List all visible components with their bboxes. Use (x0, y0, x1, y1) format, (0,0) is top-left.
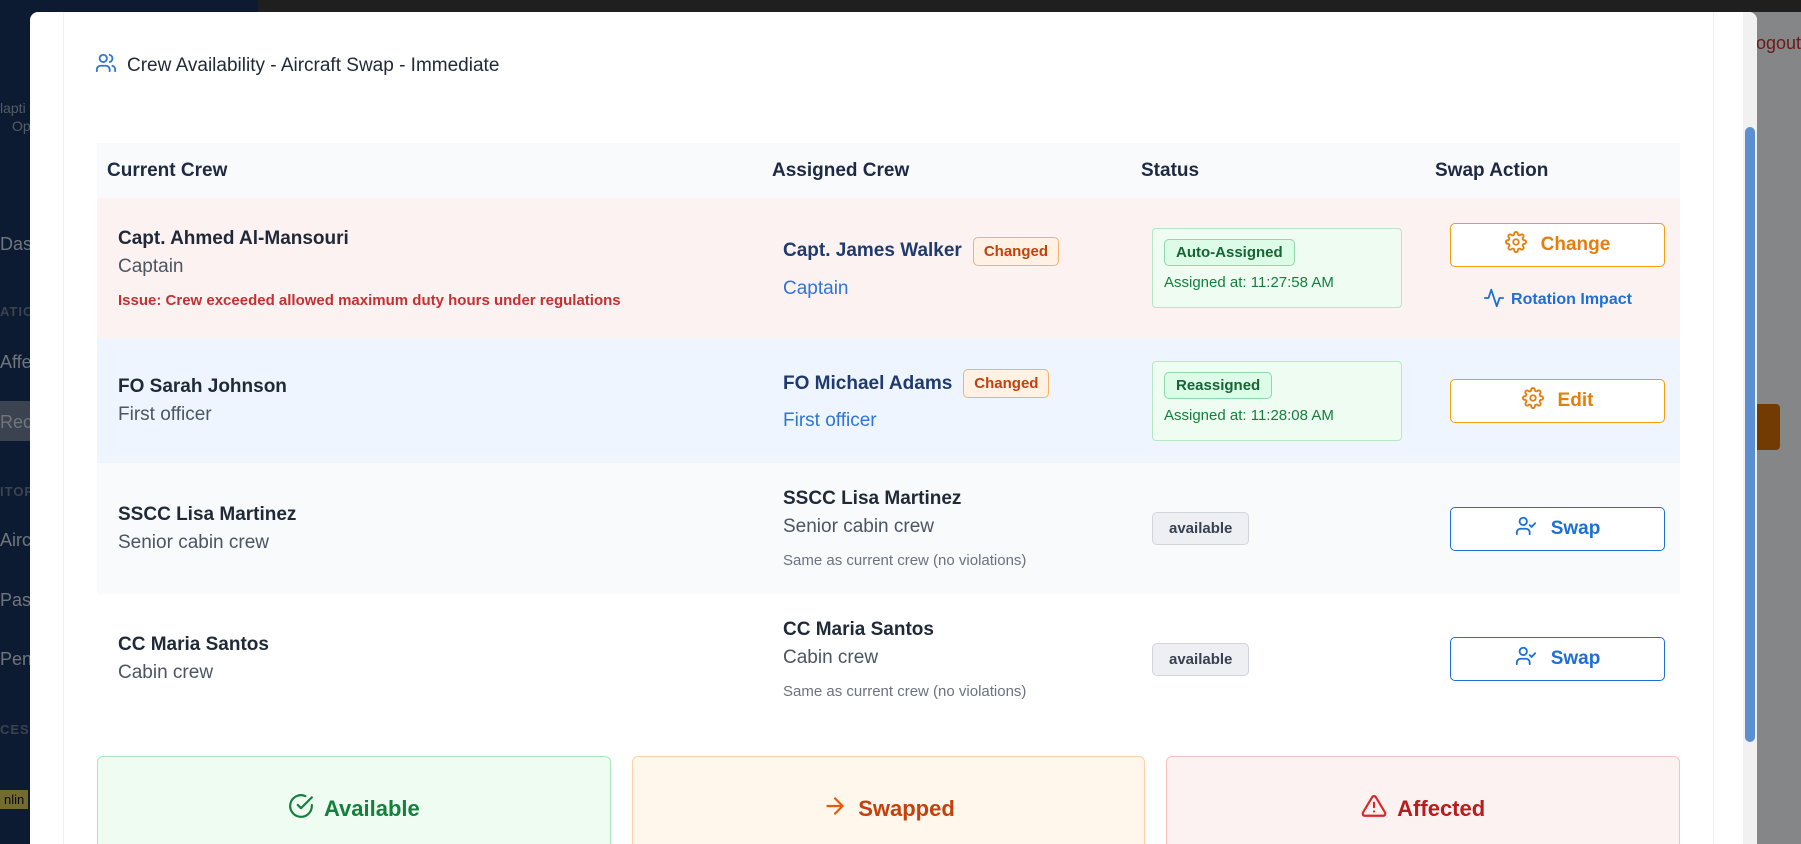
table-row: CC Maria Santos Cabin crew CC Maria Sant… (97, 594, 1680, 724)
status-cell: available (1131, 512, 1425, 545)
assigned-crew-name: Capt. James Walker (783, 240, 962, 261)
swap-button[interactable]: Swap (1450, 637, 1665, 681)
rotation-impact-link[interactable]: Rotation Impact (1483, 287, 1632, 314)
status-badge: available (1152, 512, 1250, 545)
current-crew-name: Capt. Ahmed Al-Mansouri (118, 227, 349, 249)
action-cell: Swap (1435, 637, 1680, 681)
same-crew-note: Same as current crew (no violations) (783, 552, 1027, 569)
modal-scrollbar[interactable] (1743, 12, 1757, 844)
rotation-impact-label: Rotation Impact (1511, 291, 1632, 308)
current-crew-name: FO Sarah Johnson (118, 375, 287, 397)
summary-cards: Available 2 Swapped 2 Affected 1 (97, 756, 1681, 844)
assigned-crew-name: FO Michael Adams (783, 372, 953, 394)
current-crew-role: Senior cabin crew (118, 531, 270, 553)
table-header: Current Crew Assigned Crew Status Swap A… (97, 143, 1680, 198)
status-badge: Reassigned (1164, 371, 1273, 399)
table-row: Capt. Ahmed Al-Mansouri Captain Issue: C… (97, 198, 1680, 338)
edit-button-label: Edit (1557, 389, 1594, 411)
header-status: Status (1141, 159, 1200, 181)
current-crew-cell: Capt. Ahmed Al-Mansouri Captain Issue: C… (97, 228, 762, 309)
current-crew-role: First officer (118, 403, 212, 425)
current-crew-name: SSCC Lisa Martinez (118, 503, 297, 525)
status-cell: Reassigned Assigned at: 11:28:08 AM (1131, 360, 1425, 441)
assigned-crew-cell: Capt. James Walker Changed Captain (762, 236, 1131, 300)
user-check-icon (1515, 645, 1537, 673)
available-card: Available 2 (97, 756, 611, 844)
action-cell: Change Rotation Impact (1435, 222, 1680, 314)
status-badge: available (1152, 642, 1250, 676)
status-badge: Auto-Assigned (1164, 239, 1295, 266)
gear-icon (1504, 230, 1527, 259)
crew-table: Current Crew Assigned Crew Status Swap A… (97, 143, 1680, 724)
current-crew-role: Cabin crew (118, 662, 214, 683)
assigned-crew-role: Captain (783, 277, 849, 299)
swapped-card: Swapped 2 (631, 756, 1146, 844)
gear-icon (1521, 386, 1544, 415)
action-cell: Swap (1435, 506, 1680, 551)
change-button[interactable]: Change (1450, 222, 1665, 267)
swap-button[interactable]: Swap (1450, 506, 1665, 551)
table-row: SSCC Lisa Martinez Senior cabin crew SSC… (97, 463, 1680, 594)
edit-button[interactable]: Edit (1450, 378, 1665, 423)
crew-availability-modal: Crew Availability - Aircraft Swap - Imme… (30, 12, 1757, 844)
changed-badge: Changed (963, 369, 1050, 398)
current-crew-cell: SSCC Lisa Martinez Senior cabin crew (97, 504, 762, 554)
assigned-crew-role: Senior cabin crew (783, 516, 935, 537)
assigned-crew-cell: FO Michael Adams Changed First officer (762, 369, 1131, 432)
assigned-crew-name: CC Maria Santos (783, 618, 934, 640)
assigned-crew-role: Cabin crew (783, 646, 879, 668)
check-circle-icon (288, 793, 314, 825)
modal-header: Crew Availability - Aircraft Swap - Imme… (95, 52, 499, 79)
affected-label: Affected (1397, 796, 1486, 821)
current-crew-role: Captain (118, 255, 184, 277)
modal-title: Crew Availability - Aircraft Swap - Imme… (127, 54, 500, 76)
status-box: Auto-Assigned Assigned at: 11:27:58 AM (1152, 228, 1402, 308)
assigned-timestamp: Assigned at: 11:28:08 AM (1164, 406, 1334, 424)
assigned-crew-name: SSCC Lisa Martinez (783, 488, 962, 509)
user-check-icon (1515, 515, 1537, 543)
crew-issue-message: Issue: Crew exceeded allowed maximum dut… (118, 291, 621, 309)
current-crew-cell: CC Maria Santos Cabin crew (97, 634, 762, 684)
alert-triangle-icon (1361, 793, 1387, 825)
swap-button-label: Swap (1550, 648, 1601, 669)
available-label: Available (323, 796, 420, 821)
same-crew-note: Same as current crew (no violations) (783, 682, 1027, 700)
changed-badge: Changed (972, 236, 1059, 266)
assigned-crew-cell: CC Maria Santos Cabin crew Same as curre… (762, 619, 1131, 700)
header-current-crew: Current Crew (107, 159, 228, 181)
assigned-timestamp: Assigned at: 11:27:58 AM (1164, 274, 1334, 291)
assigned-crew-cell: SSCC Lisa Martinez Senior cabin crew Sam… (762, 488, 1131, 569)
scrollbar-thumb[interactable] (1745, 127, 1755, 742)
assigned-crew-role: First officer (783, 410, 877, 431)
status-cell: Auto-Assigned Assigned at: 11:27:58 AM (1131, 228, 1425, 308)
action-cell: Edit (1435, 378, 1680, 423)
users-icon (95, 52, 117, 79)
current-crew-cell: FO Sarah Johnson First officer (97, 376, 762, 426)
status-box: Reassigned Assigned at: 11:28:08 AM (1152, 360, 1402, 441)
swap-button-label: Swap (1550, 517, 1601, 539)
header-swap-action: Swap Action (1435, 159, 1549, 181)
swapped-label: Swapped (858, 796, 955, 821)
table-row: FO Sarah Johnson First officer FO Michae… (97, 338, 1680, 463)
current-crew-name: CC Maria Santos (118, 634, 269, 655)
arrow-right-icon (822, 793, 848, 825)
change-button-label: Change (1540, 233, 1611, 255)
status-cell: available (1131, 642, 1425, 676)
activity-icon (1483, 287, 1505, 314)
affected-card: Affected 1 (1166, 756, 1681, 844)
header-assigned-crew: Assigned Crew (772, 159, 910, 181)
